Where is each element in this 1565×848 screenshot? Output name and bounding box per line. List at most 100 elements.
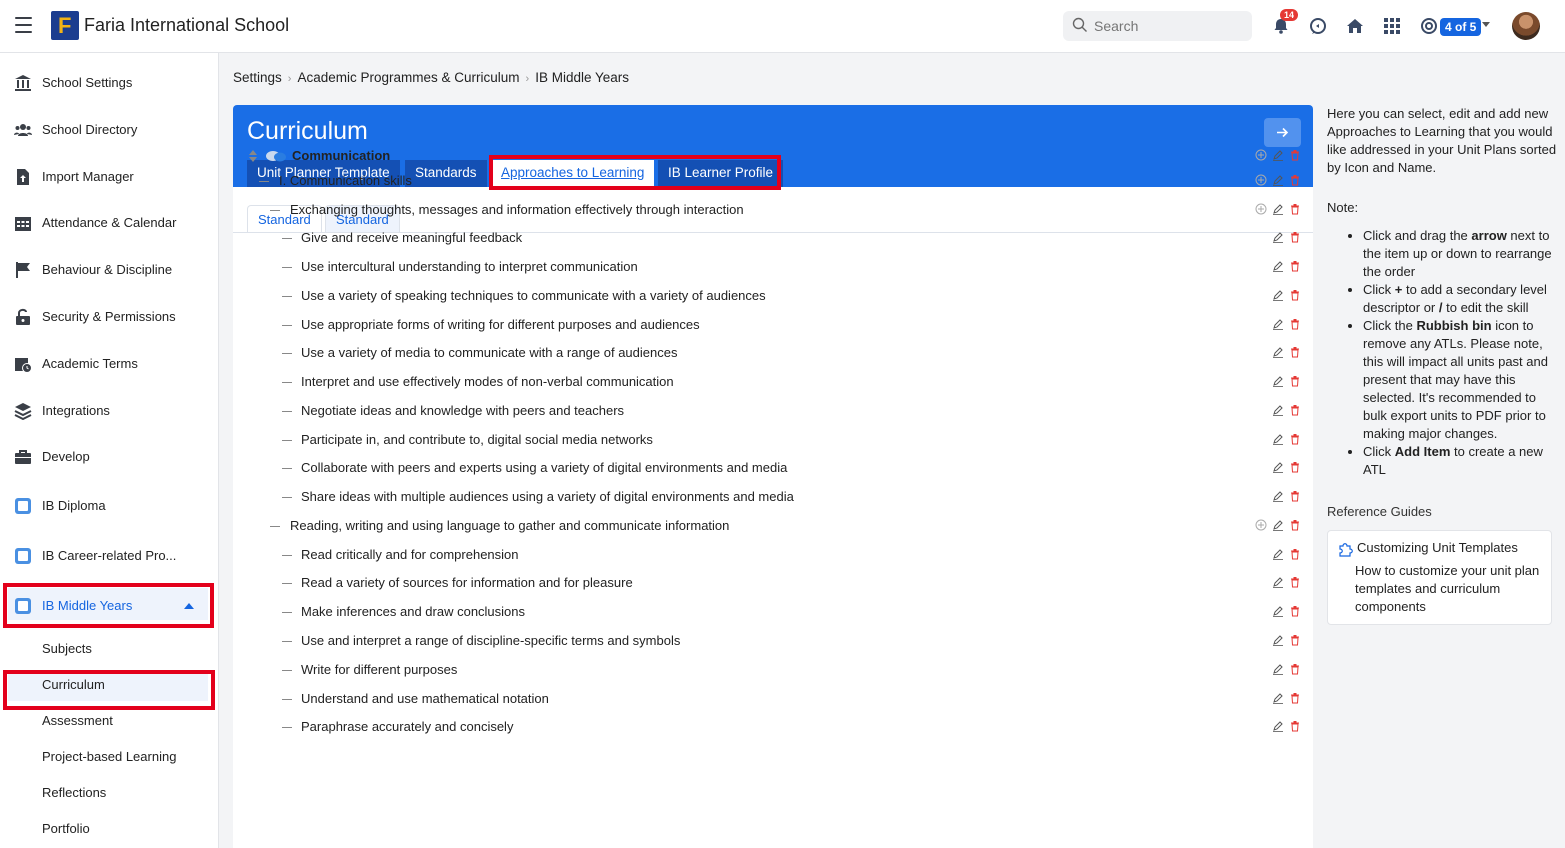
add-icon[interactable] xyxy=(1255,519,1267,531)
trash-icon[interactable] xyxy=(1289,692,1301,704)
breadcrumb-separator: › xyxy=(287,73,292,85)
sidebar-item-import-manager[interactable]: Import Manager xyxy=(0,157,219,197)
trash-icon[interactable] xyxy=(1289,433,1301,445)
drag-arrow-icon[interactable] xyxy=(248,150,258,162)
reference-guide-card[interactable]: Customizing Unit Templates How to custom… xyxy=(1327,530,1552,625)
edit-icon[interactable] xyxy=(1272,404,1284,416)
tree-row: Use intercultural understanding to inter… xyxy=(233,255,1313,279)
trash-icon[interactable] xyxy=(1289,519,1301,531)
trash-icon[interactable] xyxy=(1289,576,1301,588)
edit-icon[interactable] xyxy=(1272,461,1284,473)
edit-icon[interactable] xyxy=(1272,576,1284,588)
sidebar-subitem-reflections[interactable]: Reflections xyxy=(42,785,106,800)
calendar-icon xyxy=(15,217,31,231)
trash-icon[interactable] xyxy=(1289,203,1301,215)
trash-icon[interactable] xyxy=(1289,548,1301,560)
expand-button[interactable] xyxy=(1264,118,1301,147)
school-logo[interactable]: F xyxy=(51,11,79,40)
sidebar-item-security-permissions[interactable]: Security & Permissions xyxy=(0,297,219,337)
sidebar-item-develop[interactable]: Develop xyxy=(0,437,219,477)
sidebar-subitem-assessment[interactable]: Assessment xyxy=(42,713,113,728)
edit-icon[interactable] xyxy=(1272,289,1284,301)
trash-icon[interactable] xyxy=(1289,231,1301,243)
trash-icon[interactable] xyxy=(1289,318,1301,330)
trash-icon[interactable] xyxy=(1289,346,1301,358)
sidebar-item-label: Behaviour & Discipline xyxy=(42,262,173,277)
chevron-down-icon[interactable] xyxy=(1482,22,1490,27)
sidebar-item-school-directory[interactable]: School Directory xyxy=(0,110,219,150)
edit-icon[interactable] xyxy=(1272,433,1284,445)
pager-badge[interactable]: 4 of 5 xyxy=(1440,18,1482,36)
sidebar-item-label: Integrations xyxy=(42,403,110,418)
edit-icon[interactable] xyxy=(1272,346,1284,358)
logo-letter: F xyxy=(58,13,72,38)
breadcrumb-item[interactable]: Settings xyxy=(233,70,282,85)
apps-grid-icon[interactable] xyxy=(1381,15,1403,37)
avatar[interactable] xyxy=(1512,12,1540,40)
tree-row-label: Make inferences and draw conclusions xyxy=(301,604,526,619)
trash-icon[interactable] xyxy=(1289,289,1301,301)
chat-icon[interactable] xyxy=(1307,15,1329,37)
search-box[interactable] xyxy=(1063,11,1252,41)
users-icon xyxy=(14,124,32,136)
calendar-clock-icon xyxy=(15,358,32,373)
menu-icon[interactable] xyxy=(15,17,32,33)
sidebar-item-attendance-calendar[interactable]: Attendance & Calendar xyxy=(0,203,219,243)
page-title: Curriculum xyxy=(247,117,368,145)
tree-row: Exchanging thoughts, messages and inform… xyxy=(233,198,1313,222)
add-icon[interactable] xyxy=(1255,174,1267,186)
search-input[interactable] xyxy=(1094,11,1244,41)
edit-icon[interactable] xyxy=(1272,692,1284,704)
sidebar-item-ib-career-related[interactable]: IB Career-related Pro... xyxy=(0,536,219,576)
edit-icon[interactable] xyxy=(1272,231,1284,243)
edit-icon[interactable] xyxy=(1272,174,1284,186)
sidebar-item-school-settings[interactable]: School Settings xyxy=(0,63,219,103)
lock-icon xyxy=(16,308,30,325)
edit-icon[interactable] xyxy=(1272,720,1284,732)
edit-icon[interactable] xyxy=(1272,605,1284,617)
edit-icon[interactable] xyxy=(1272,260,1284,272)
sidebar-item-label: IB Career-related Pro... xyxy=(42,548,177,563)
help-ring-icon[interactable] xyxy=(1418,15,1440,37)
school-name[interactable]: Faria International School xyxy=(84,15,289,36)
edit-icon[interactable] xyxy=(1272,519,1284,531)
trash-icon[interactable] xyxy=(1289,663,1301,675)
edit-icon[interactable] xyxy=(1272,634,1284,646)
edit-icon[interactable] xyxy=(1272,318,1284,330)
edit-icon[interactable] xyxy=(1272,149,1284,161)
trash-icon[interactable] xyxy=(1289,149,1301,161)
tree-row-label: Paraphrase accurately and concisely xyxy=(301,719,514,734)
trash-icon[interactable] xyxy=(1289,461,1301,473)
edit-icon[interactable] xyxy=(1272,663,1284,675)
edit-icon[interactable] xyxy=(1272,548,1284,560)
tree-row: Communication xyxy=(233,144,1313,168)
breadcrumb-item[interactable]: Academic Programmes & Curriculum xyxy=(297,70,519,85)
trash-icon[interactable] xyxy=(1289,404,1301,416)
trash-icon[interactable] xyxy=(1289,490,1301,502)
tree-dash xyxy=(282,267,292,268)
sidebar-subitem-subjects[interactable]: Subjects xyxy=(42,641,92,656)
trash-icon[interactable] xyxy=(1289,605,1301,617)
sidebar-subitem-portfolio[interactable]: Portfolio xyxy=(42,821,90,836)
trash-icon[interactable] xyxy=(1289,260,1301,272)
add-icon[interactable] xyxy=(1255,149,1267,161)
tree-row: Share ideas with multiple audiences usin… xyxy=(233,485,1313,509)
sidebar-item-ib-diploma[interactable]: IB Diploma xyxy=(0,486,219,526)
edit-icon[interactable] xyxy=(1272,490,1284,502)
help-panel: Here you can select, edit and add new Ap… xyxy=(1327,105,1557,479)
sidebar-item-integrations[interactable]: Integrations xyxy=(0,391,219,431)
add-icon[interactable] xyxy=(1255,203,1267,215)
sidebar-item-label: Develop xyxy=(42,449,90,464)
home-icon[interactable] xyxy=(1344,15,1366,37)
trash-icon[interactable] xyxy=(1289,174,1301,186)
tree-dash xyxy=(270,210,280,211)
edit-icon[interactable] xyxy=(1272,203,1284,215)
trash-icon[interactable] xyxy=(1289,720,1301,732)
sidebar-item-academic-terms[interactable]: Academic Terms xyxy=(0,344,219,384)
sidebar-subitem-project-based-learning[interactable]: Project-based Learning xyxy=(42,749,176,764)
sidebar-item-behaviour-discipline[interactable]: Behaviour & Discipline xyxy=(0,250,219,290)
trash-icon[interactable] xyxy=(1289,375,1301,387)
trash-icon[interactable] xyxy=(1289,634,1301,646)
edit-icon[interactable] xyxy=(1272,375,1284,387)
breadcrumb-item[interactable]: IB Middle Years xyxy=(535,70,629,85)
